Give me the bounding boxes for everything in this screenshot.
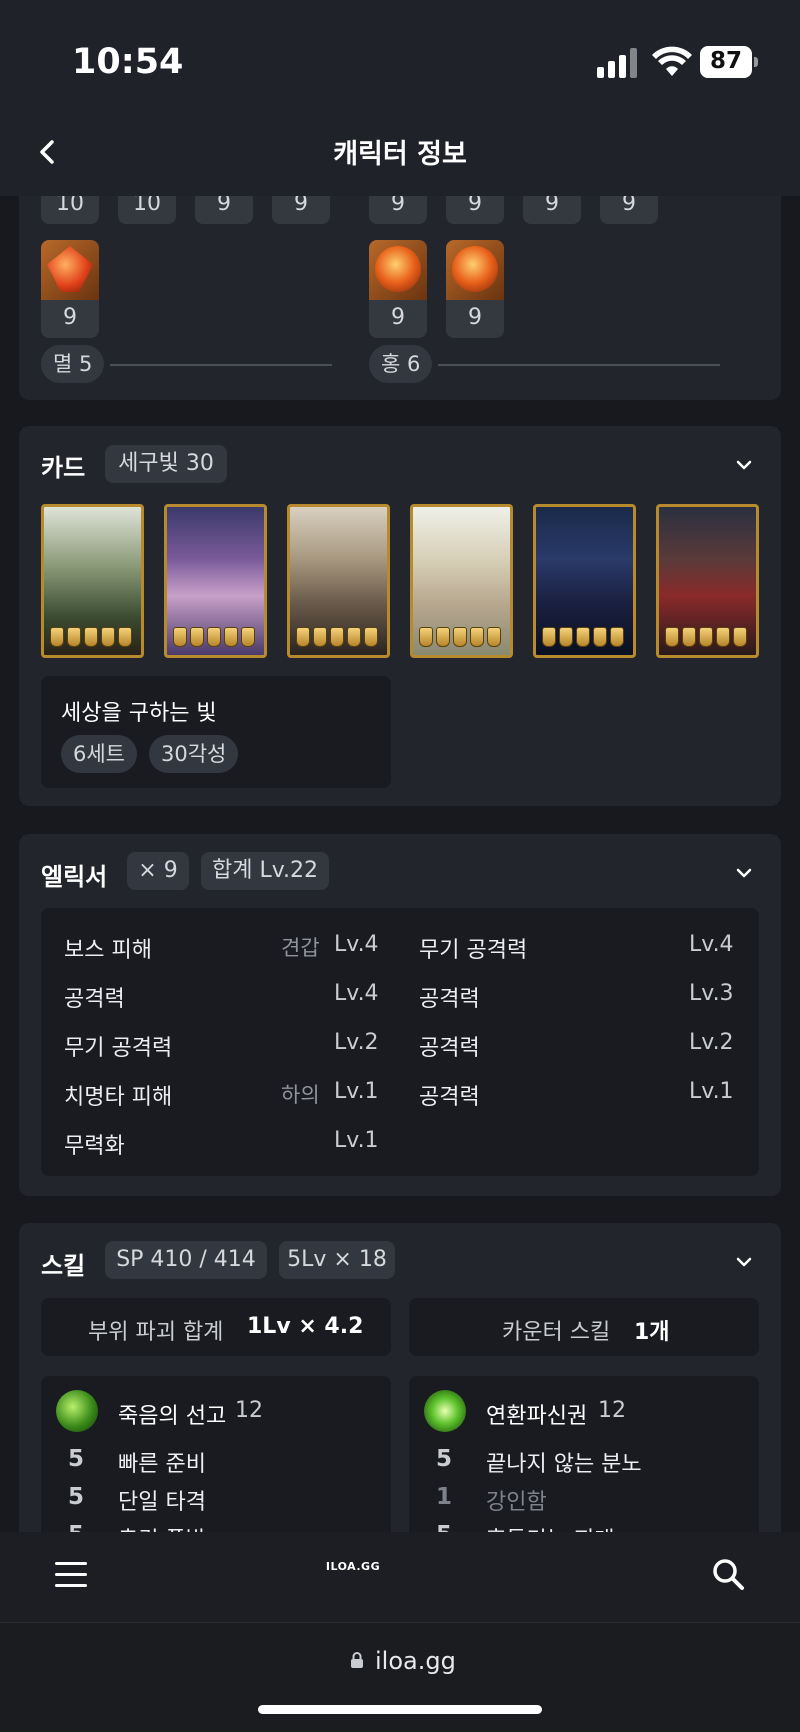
skill-icon [56,1390,98,1432]
tarot-card[interactable] [41,504,144,658]
chevron-down-icon[interactable] [732,453,756,477]
tarot-card[interactable] [656,504,759,658]
awaken-stars [419,627,501,647]
card-set-tag: 6세트 [61,735,138,773]
weak-point-value: 1Lv × 4.2 [247,1314,364,1339]
tripod-name: 끝나지 않는 분노 [486,1452,642,1477]
elixir-level: Lv.1 [689,1079,734,1104]
skill-icon [424,1390,466,1432]
divider [110,364,332,366]
elixir-section-title: 엘릭서 [41,863,108,891]
elixir-name: 공격력 [64,987,125,1012]
tarot-card[interactable] [410,504,513,658]
elixir-slot-tag: 견갑 [281,936,320,960]
counter-skill-label: 카운터 스킬 [502,1320,611,1345]
divider [438,364,720,366]
awaken-stars [50,627,132,647]
tripod-name: 단일 타격 [118,1490,206,1515]
weak-point-label: 부위 파괴 합계 [88,1320,224,1345]
browser-url-bar [0,1622,800,1732]
search-icon[interactable] [710,1556,746,1592]
card-section-title: 카드 [41,454,86,482]
elixir-level: Lv.2 [334,1030,379,1055]
chevron-down-icon[interactable] [732,1250,756,1274]
tripod-level: 5 [68,1446,85,1472]
chevron-down-icon[interactable] [732,861,756,885]
bottom-nav [0,1532,800,1622]
counter-skill-value: 1개 [634,1320,670,1345]
awaken-stars [173,627,255,647]
elixir-level: Lv.3 [689,981,734,1006]
gem-summary-badge: 홍 6 [369,345,433,383]
elixir-name: 보스 피해 [64,938,152,963]
gem-icon[interactable] [369,240,427,300]
skill-name: 연환파신권 [486,1404,588,1429]
card-set-badge: 세구빛 30 [105,445,227,483]
battery-level: 87 [709,48,742,74]
lock-icon [350,1651,364,1669]
elixir-name: 무기 공격력 [419,938,528,963]
tarot-card[interactable] [164,504,267,658]
elixir-count-badge: × 9 [127,852,189,890]
tripod-name: 강인함 [486,1490,547,1515]
back-button[interactable] [30,132,70,172]
elixir-level: Lv.4 [689,932,734,957]
awaken-stars [542,627,624,647]
elixir-name: 무력화 [64,1134,125,1159]
tripod-level: 1 [436,1484,453,1510]
elixir-level: Lv.2 [689,1030,734,1055]
skill-level: 12 [235,1398,263,1423]
skill-name: 죽음의 선고 [118,1404,227,1429]
elixir-level: Lv.4 [334,981,379,1006]
elixir-level: Lv.1 [334,1079,379,1104]
tarot-card[interactable] [287,504,390,658]
chevron-left-icon [40,140,54,164]
tripod-level: 5 [436,1446,453,1472]
awaken-stars [296,627,378,647]
skill-point-badge: SP 410 / 414 [105,1241,267,1279]
gem-level: 9 [41,300,99,338]
site-logo[interactable]: ILOA.GG [0,1560,706,1573]
gem-level: 9 [446,300,504,338]
signal-icon [597,48,639,78]
skill-level: 12 [598,1398,626,1423]
awaken-stars [665,627,747,647]
elixir-name: 공격력 [419,1085,480,1110]
elixir-slot-tag: 하의 [281,1083,320,1107]
elixir-level: Lv.1 [334,1128,379,1153]
card-set-tag: 30각성 [149,735,239,773]
tripod-name: 빠른 준비 [118,1452,206,1477]
gem-summary-badge: 멸 5 [41,345,105,383]
home-indicator[interactable] [258,1705,542,1714]
skill-section-title: 스킬 [41,1252,86,1280]
gem-level: 9 [369,300,427,338]
elixir-name: 치명타 피해 [64,1085,173,1110]
tripod-level: 5 [68,1484,85,1510]
wifi-icon [652,46,692,78]
elixir-name: 공격력 [419,987,480,1012]
tarot-card[interactable] [533,504,636,658]
elixir-name: 공격력 [419,1036,480,1061]
skill-count-badge: 5Lv × 18 [279,1241,395,1279]
url-text[interactable]: iloa.gg [375,1647,456,1675]
status-time: 10:54 [72,42,184,82]
page-title: 캐릭터 정보 [333,139,467,170]
elixir-total-badge: 합계 Lv.22 [201,852,329,890]
battery-icon: 87 [700,46,758,78]
gem-icon[interactable] [41,240,99,300]
elixir-level: Lv.4 [334,932,379,957]
card-set-name: 세상을 구하는 빛 [61,701,217,726]
gem-icon[interactable] [446,240,504,300]
elixir-name: 무기 공격력 [64,1036,173,1061]
